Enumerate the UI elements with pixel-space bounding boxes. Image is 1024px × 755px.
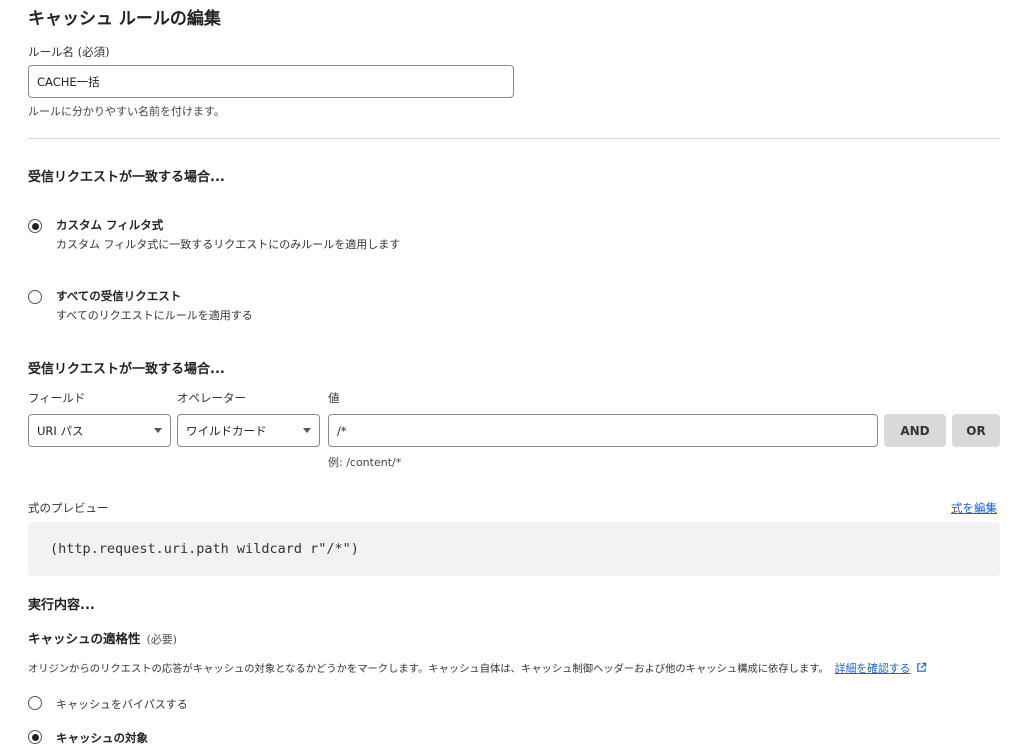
and-button[interactable]: AND [884, 414, 946, 447]
preview-label: 式のプレビュー [28, 501, 109, 515]
chevron-down-icon [154, 428, 162, 433]
all-requests-description: すべてのリクエストにルールを適用する [56, 309, 253, 322]
eligibility-title: キャッシュの適格性 [28, 631, 141, 646]
rule-name-help: ルールに分かりやすい名前を付けます。 [28, 105, 225, 118]
eligible-cache-label: キャッシュの対象 [56, 731, 148, 745]
value-hint: 例: /content/* [328, 456, 402, 469]
eligible-cache-radio[interactable] [28, 730, 42, 744]
section-divider [28, 138, 1000, 139]
rule-name-value: CACHE一括 [37, 74, 100, 89]
filter-heading: 受信リクエストが一致する場合... [28, 362, 225, 377]
operator-select[interactable]: ワイルドカード [177, 414, 320, 447]
rule-name-label: ルール名 (必須) [28, 45, 110, 59]
eligibility-required: (必要) [146, 633, 178, 646]
eligible-option[interactable] [28, 730, 42, 744]
or-button[interactable]: OR [952, 414, 1000, 447]
custom-filter-title: カスタム フィルタ式 [56, 218, 164, 232]
field-select-value: URI パス [37, 423, 84, 438]
match-option-all[interactable] [28, 290, 42, 304]
expression-preview: (http.request.uri.path wildcard r"/*") [28, 522, 1000, 576]
expression-text: (http.request.uri.path wildcard r"/*") [50, 541, 359, 557]
rule-name-input[interactable]: CACHE一括 [28, 65, 514, 98]
bypass-option[interactable] [28, 696, 42, 710]
custom-filter-radio[interactable] [28, 219, 42, 233]
eligibility-description-row: オリジンからのリクエストの応答がキャッシュの対象となるかどうかをマークします。キ… [28, 658, 927, 677]
chevron-down-icon [303, 428, 311, 433]
all-requests-title: すべての受信リクエスト [56, 289, 182, 303]
external-link-icon[interactable] [916, 658, 927, 677]
value-label: 値 [328, 391, 340, 405]
value-input[interactable]: /* [328, 414, 878, 447]
bypass-cache-radio[interactable] [28, 696, 42, 710]
page-title: キャッシュ ルールの編集 [28, 9, 221, 29]
value-input-text: /* [337, 423, 347, 438]
action-heading: 実行内容... [28, 598, 95, 613]
custom-filter-description: カスタム フィルタ式に一致するリクエストにのみルールを適用します [56, 238, 401, 251]
bypass-cache-label: キャッシュをバイパスする [56, 698, 188, 711]
edit-expression-link[interactable]: 式を編集 [951, 500, 997, 516]
match-heading: 受信リクエストが一致する場合... [28, 170, 225, 185]
field-select[interactable]: URI パス [28, 414, 171, 447]
operator-label: オペレーター [177, 391, 246, 405]
eligibility-title-row: キャッシュの適格性 (必要) [28, 628, 177, 647]
eligibility-description: オリジンからのリクエストの応答がキャッシュの対象となるかどうかをマークします。キ… [28, 663, 829, 675]
match-option-custom[interactable] [28, 219, 42, 233]
field-label: フィールド [28, 391, 86, 405]
all-requests-radio[interactable] [28, 290, 42, 304]
details-link[interactable]: 詳細を確認する [835, 660, 911, 676]
operator-select-value: ワイルドカード [186, 423, 267, 438]
